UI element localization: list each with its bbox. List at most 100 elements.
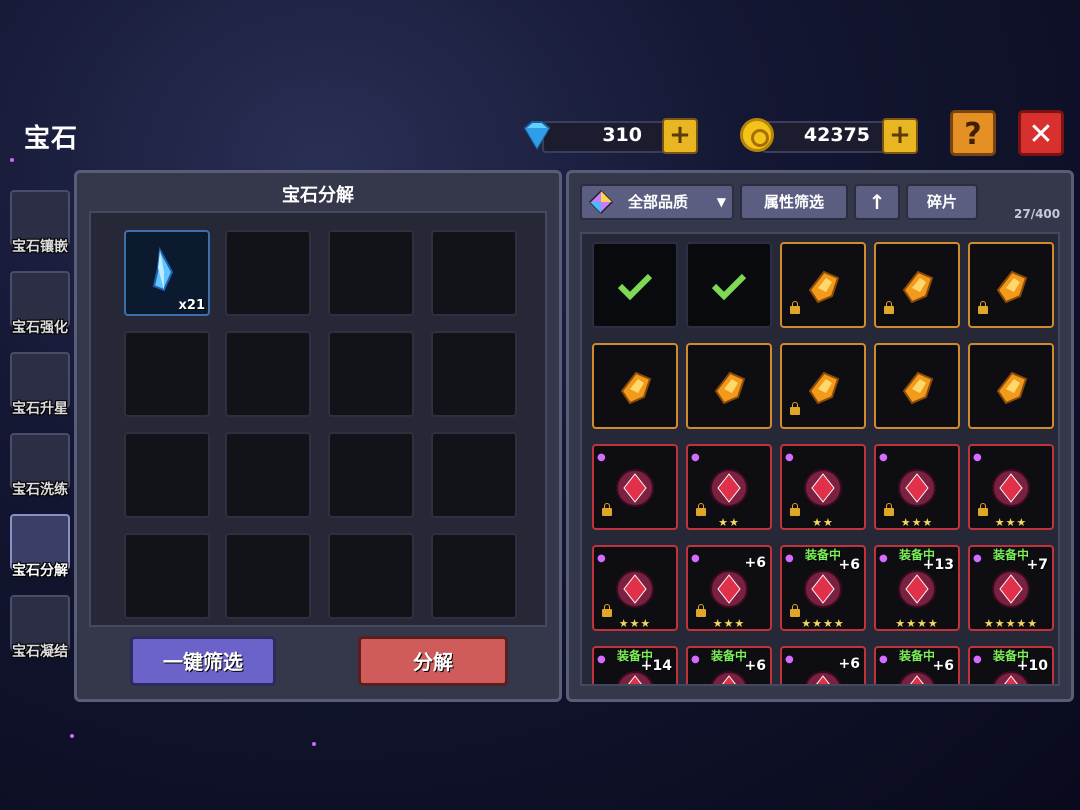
lock-icon xyxy=(790,503,800,516)
check-icon xyxy=(711,273,747,301)
inventory-item[interactable]: ● +6 ★★★ xyxy=(686,545,772,631)
star-rating: ★★★★ xyxy=(895,617,939,630)
quality-filter-dropdown[interactable]: 全部品质 ▼ xyxy=(580,184,734,220)
inventory-item[interactable] xyxy=(874,242,960,328)
star-rating: ★★★ xyxy=(994,516,1028,529)
background-star xyxy=(70,734,74,738)
decompose-slot[interactable] xyxy=(328,533,414,619)
add-coins-button[interactable]: + xyxy=(882,118,918,154)
inventory-item[interactable] xyxy=(592,242,678,328)
enhance-level: +6 xyxy=(838,656,860,672)
blue-diamond-icon xyxy=(523,121,551,150)
lock-icon xyxy=(978,301,988,314)
inventory-item[interactable]: ● 装备中 +6 xyxy=(874,646,960,684)
lock-icon xyxy=(790,604,800,617)
gem-socket-icon: ● xyxy=(597,452,606,463)
inventory-item[interactable]: ● 装备中 +7 ★★★★★ xyxy=(968,545,1054,631)
decompose-slot[interactable] xyxy=(225,331,311,417)
gem-socket-icon: ● xyxy=(785,654,794,665)
decompose-button[interactable]: 分解 xyxy=(358,636,508,686)
decompose-slot[interactable] xyxy=(431,230,517,316)
tab-gem-star-up[interactable]: 宝石升星 xyxy=(4,348,72,424)
enhance-level: +13 xyxy=(922,557,954,573)
gem-socket-icon: ● xyxy=(973,452,982,463)
tab-gem-condense[interactable]: 宝石凝结 xyxy=(4,591,72,667)
inventory-item[interactable] xyxy=(968,242,1054,328)
decompose-slot[interactable] xyxy=(431,432,517,518)
inventory-item[interactable] xyxy=(780,242,866,328)
decompose-panel: 宝石分解 x21 xyxy=(74,170,562,702)
orange-shard-icon xyxy=(996,371,1028,405)
decompose-slot[interactable] xyxy=(124,432,210,518)
gem-socket-icon: ● xyxy=(785,452,794,463)
sort-button[interactable]: ↑ xyxy=(854,184,900,220)
inventory-item[interactable]: ● ★★ xyxy=(686,444,772,530)
tab-gem-enhance[interactable]: 宝石强化 xyxy=(4,267,72,343)
background-star xyxy=(10,158,14,162)
enhance-level: +10 xyxy=(1016,658,1048,674)
orange-shard-icon xyxy=(714,371,746,405)
tab-gem-reforge[interactable]: 宝石洗练 xyxy=(4,429,72,505)
close-button[interactable]: ✕ xyxy=(1018,110,1064,156)
help-button[interactable]: ? xyxy=(950,110,996,156)
decompose-slot[interactable] xyxy=(431,533,517,619)
orange-shard-icon xyxy=(902,371,934,405)
inventory-item[interactable] xyxy=(874,343,960,429)
coin-currency: 42375 + xyxy=(740,118,920,154)
decompose-slot[interactable] xyxy=(225,533,311,619)
coin-amount: 42375 xyxy=(803,124,870,146)
enhance-level: +14 xyxy=(640,658,672,674)
decompose-slot[interactable] xyxy=(431,331,517,417)
decompose-slot-grid: x21 xyxy=(89,211,547,627)
auto-select-button[interactable]: 一键筛选 xyxy=(130,636,276,686)
decompose-slot[interactable] xyxy=(328,432,414,518)
inventory-item[interactable]: ● 装备中 +10 xyxy=(968,646,1054,684)
inventory-item[interactable]: ● ★★★ xyxy=(874,444,960,530)
lock-icon xyxy=(696,604,706,617)
decompose-slot[interactable] xyxy=(225,432,311,518)
inventory-item[interactable]: ● ★★★ xyxy=(592,545,678,631)
star-rating: ★★★ xyxy=(900,516,934,529)
gem-socket-icon: ● xyxy=(879,452,888,463)
inventory-item[interactable] xyxy=(968,343,1054,429)
gem-currency: 310 + xyxy=(520,118,700,154)
gem-amount: 310 xyxy=(602,124,642,146)
decompose-slot[interactable] xyxy=(328,230,414,316)
rainbow-gem-icon xyxy=(588,189,614,215)
up-arrow-icon: ↑ xyxy=(868,190,886,214)
enhance-level: +6 xyxy=(744,658,766,674)
gold-coin-icon xyxy=(740,118,774,152)
inventory-item[interactable]: ● xyxy=(592,444,678,530)
lock-icon xyxy=(696,503,706,516)
inventory-item[interactable]: ● 装备中 +6 ★★★★ xyxy=(780,545,866,631)
inventory-item[interactable] xyxy=(686,242,772,328)
decompose-slot[interactable] xyxy=(225,230,311,316)
fragments-button[interactable]: 碎片 xyxy=(906,184,978,220)
check-icon xyxy=(617,273,653,301)
inventory-item[interactable]: ● 装备中 +14 xyxy=(592,646,678,684)
inventory-item[interactable]: ● 装备中 +13 ★★★★ xyxy=(874,545,960,631)
decompose-slot[interactable] xyxy=(124,331,210,417)
lock-icon xyxy=(884,301,894,314)
add-gems-button[interactable]: + xyxy=(662,118,698,154)
inventory-count: 27/400 xyxy=(1014,207,1061,221)
inventory-item[interactable] xyxy=(780,343,866,429)
attribute-filter-button[interactable]: 属性筛选 xyxy=(740,184,848,220)
inventory-item[interactable]: ● 装备中 +6 xyxy=(686,646,772,684)
lock-icon xyxy=(790,402,800,415)
decompose-slot[interactable]: x21 xyxy=(124,230,210,316)
inventory-item[interactable] xyxy=(686,343,772,429)
star-rating: ★★ xyxy=(718,516,740,529)
chevron-down-icon: ▼ xyxy=(716,195,726,209)
inventory-item[interactable]: ● +6 xyxy=(780,646,866,684)
inventory-item[interactable] xyxy=(592,343,678,429)
page-title: 宝石 xyxy=(24,124,79,154)
enhance-level: +6 xyxy=(838,557,860,573)
decompose-slot[interactable] xyxy=(124,533,210,619)
inventory-item[interactable]: ● ★★ xyxy=(780,444,866,530)
tab-gem-inlay[interactable]: 宝石镶嵌 xyxy=(4,186,72,262)
tab-gem-decompose[interactable]: 宝石分解 xyxy=(4,510,72,586)
inventory-item[interactable]: ● ★★★ xyxy=(968,444,1054,530)
decompose-slot[interactable] xyxy=(328,331,414,417)
enhance-level: +7 xyxy=(1026,557,1048,573)
